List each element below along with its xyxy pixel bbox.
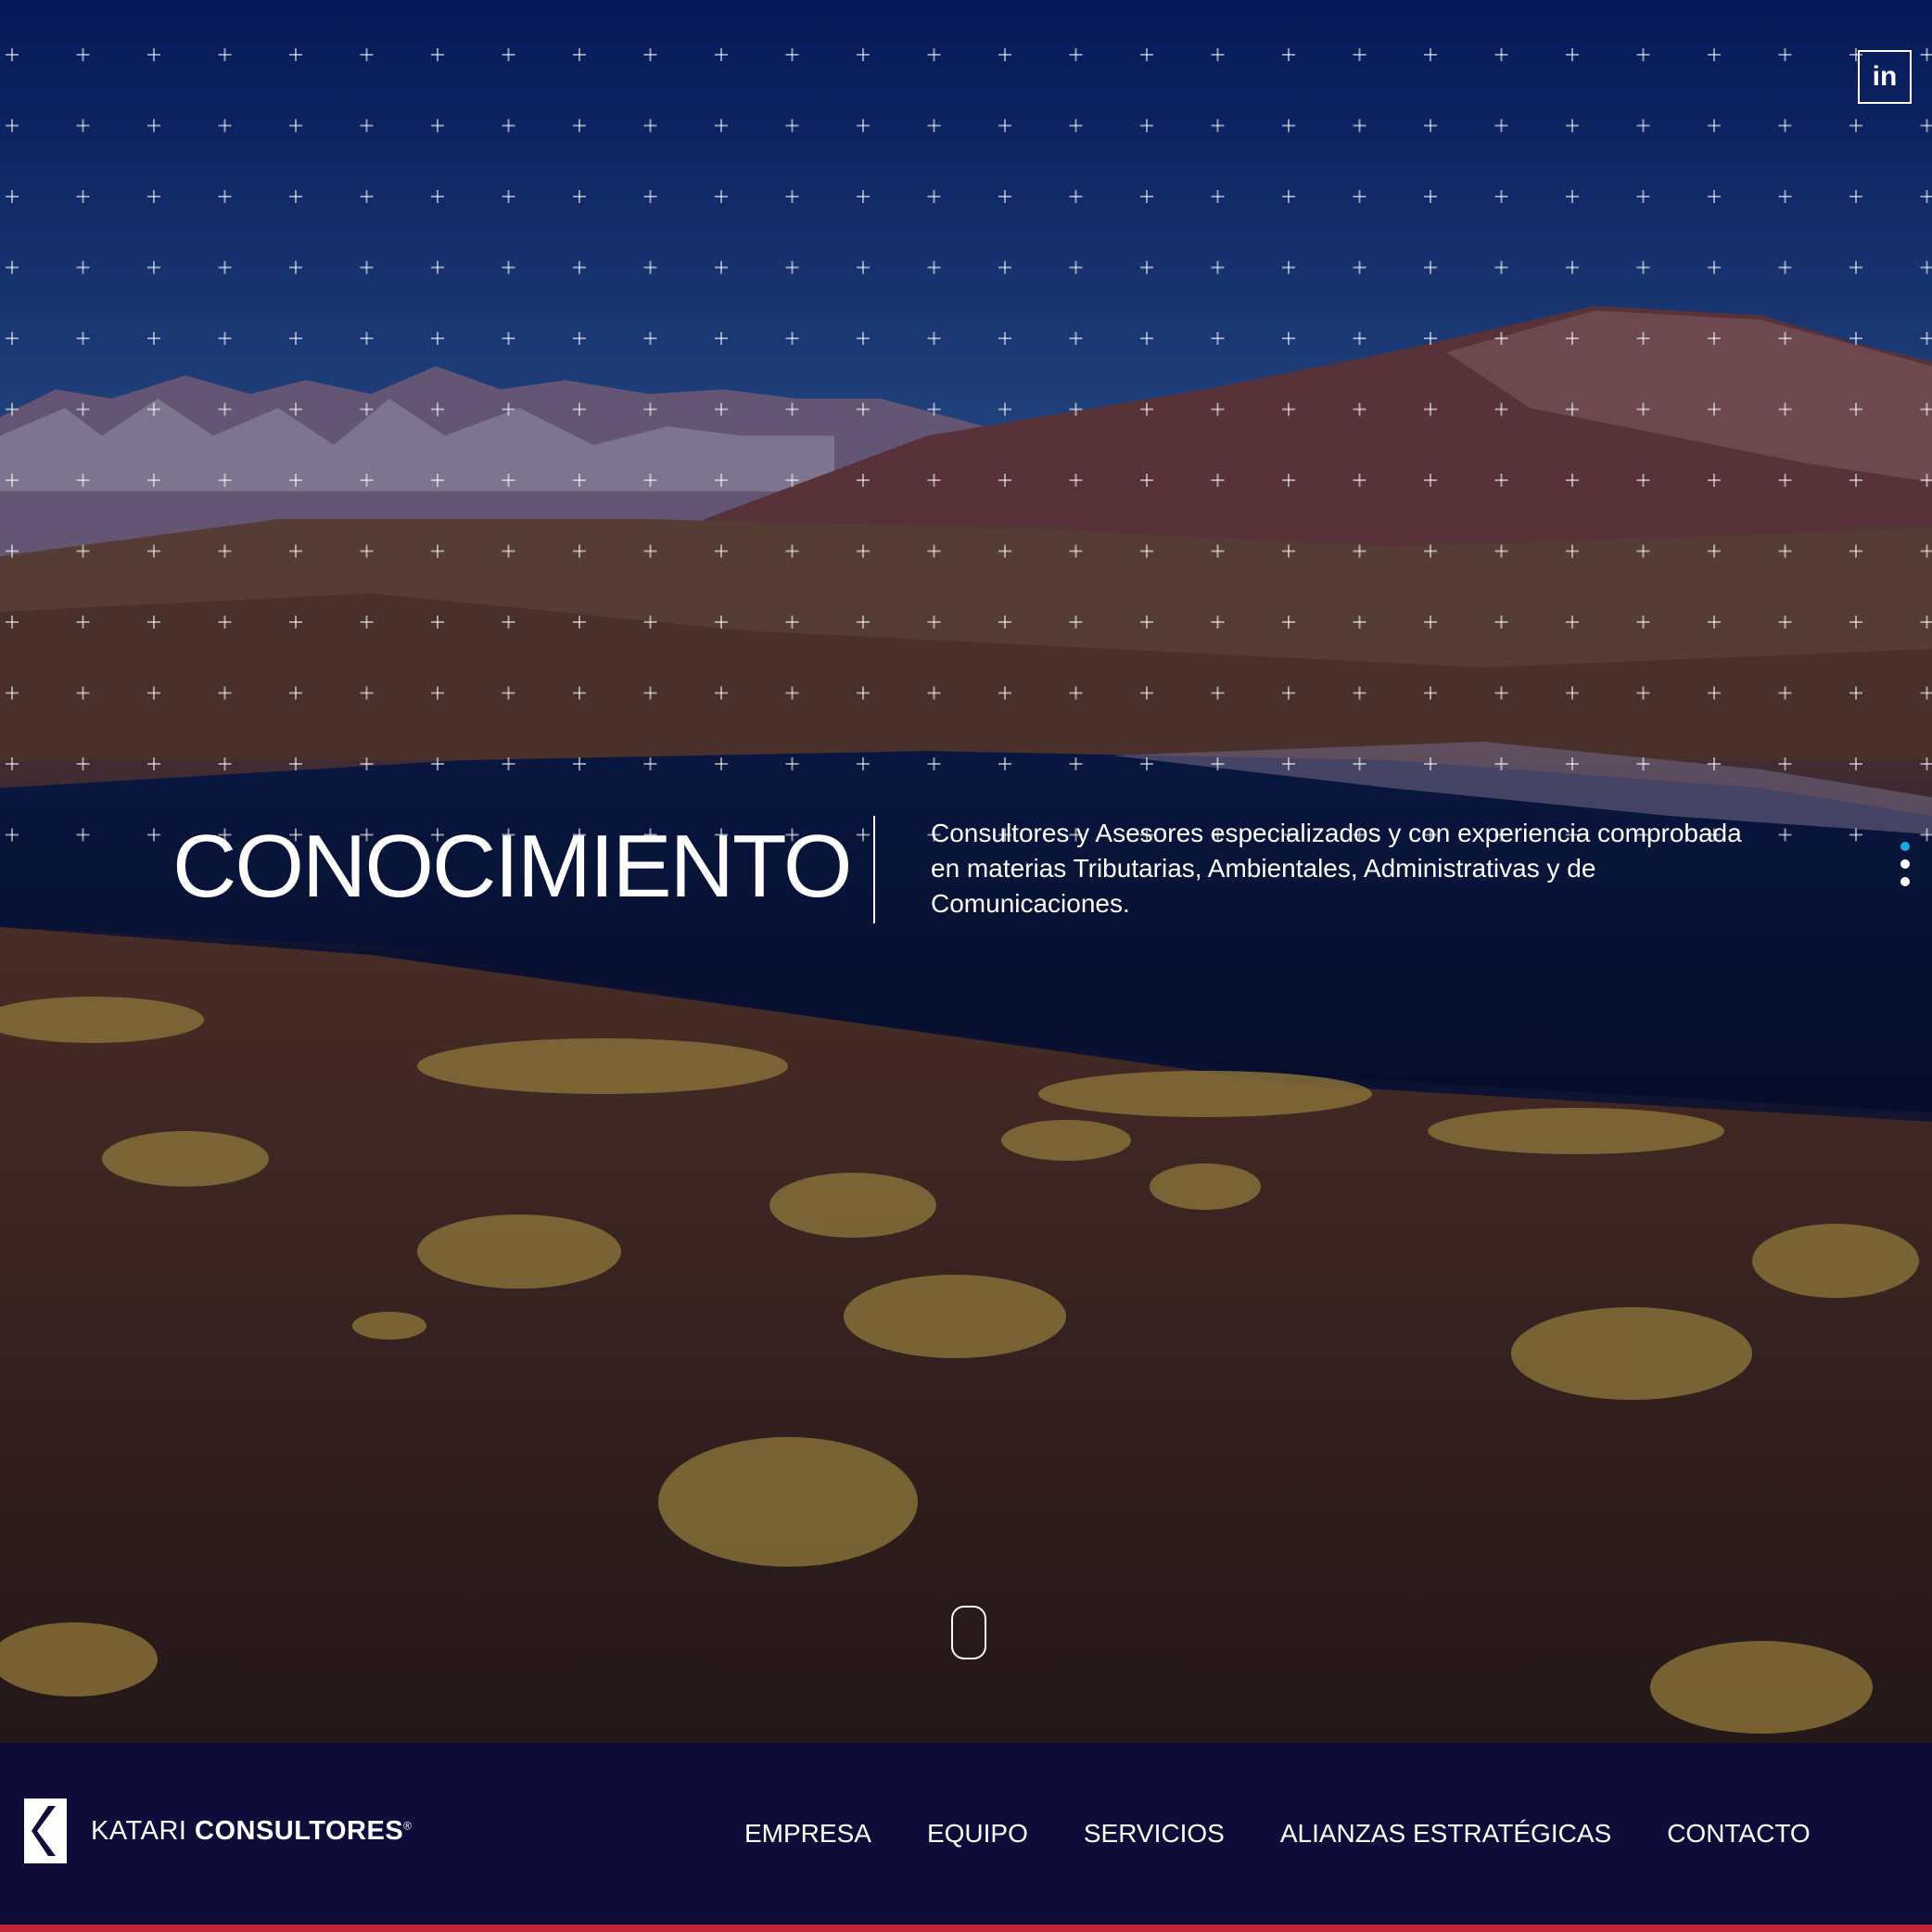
nav-item-equipo[interactable]: EQUIPO bbox=[927, 1819, 1028, 1849]
headline-divider bbox=[873, 816, 875, 923]
hero-headline: CONOCIMIENTO bbox=[172, 817, 853, 916]
brand-name-bold: CONSULTORES bbox=[195, 1815, 404, 1846]
slide-dot-1[interactable] bbox=[1900, 842, 1910, 851]
site-logo[interactable]: KATARI CONSULTORES® bbox=[24, 1799, 413, 1863]
brand-name-light: KATARI bbox=[91, 1815, 195, 1846]
scroll-down-icon[interactable] bbox=[951, 1606, 986, 1659]
slide-pagination bbox=[1900, 842, 1910, 895]
slide-dot-2[interactable] bbox=[1900, 859, 1910, 869]
linkedin-icon[interactable]: in bbox=[1858, 50, 1912, 104]
slide-dot-3[interactable] bbox=[1900, 877, 1910, 886]
main-nav: EMPRESA EQUIPO SERVICIOS ALIANZAS ESTRAT… bbox=[744, 1819, 1866, 1849]
katari-logo-icon bbox=[24, 1799, 67, 1863]
cross-pattern-overlay bbox=[0, 41, 1932, 853]
hero-tagline: Consultores y Asesores especializados y … bbox=[931, 819, 1742, 918]
nav-item-servicios[interactable]: SERVICIOS bbox=[1084, 1819, 1225, 1849]
registered-mark: ® bbox=[403, 1818, 413, 1832]
accent-bottom-line bbox=[0, 1925, 1932, 1932]
nav-item-empresa[interactable]: EMPRESA bbox=[744, 1819, 871, 1849]
nav-item-contacto[interactable]: CONTACTO bbox=[1667, 1819, 1811, 1849]
brand-name: KATARI CONSULTORES® bbox=[91, 1816, 413, 1847]
nav-item-alianzas[interactable]: ALIANZAS ESTRATÉGICAS bbox=[1280, 1819, 1611, 1849]
